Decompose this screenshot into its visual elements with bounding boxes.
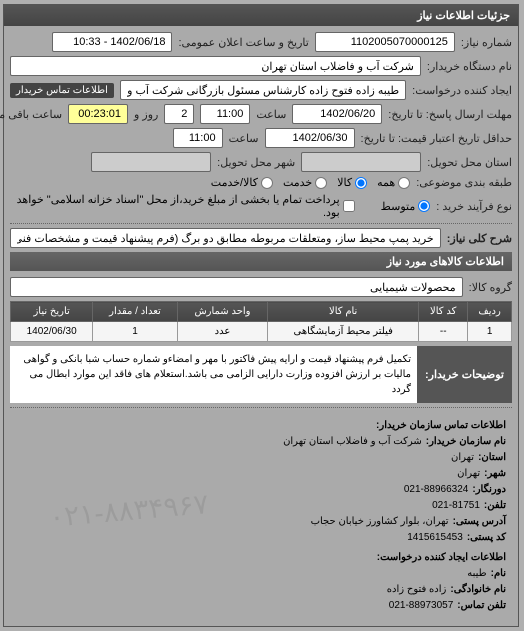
request-no-label: شماره نیاز: — [462, 36, 513, 49]
radio-goods-service-label: کالا/خدمت — [212, 176, 259, 189]
th-row: ردیف — [469, 302, 513, 322]
th-code: کد کالا — [420, 302, 469, 322]
contact-address-value: تهران، بلوار کشاورز خیابان حجاب — [312, 514, 450, 530]
cell-row: 1 — [469, 322, 513, 342]
radio-all[interactable] — [399, 177, 411, 189]
deadline-days-label: روز و — [135, 108, 159, 121]
contact-section: اطلاعات تماس سازمان خریدار: نام سازمان خ… — [11, 412, 513, 620]
goods-group-field[interactable] — [11, 277, 464, 297]
description-label: شرح کلی نیاز: — [448, 232, 513, 245]
contact-address-label: آدرس پستی: — [454, 514, 507, 530]
th-name: نام کالا — [269, 302, 420, 322]
table-row[interactable]: 1 -- فیلتر محیط آزمایشگاهی عدد 1 1402/06… — [12, 322, 513, 342]
cell-name: فیلتر محیط آزمایشگاهی — [269, 322, 420, 342]
cell-code: -- — [420, 322, 469, 342]
creator-field[interactable] — [121, 80, 407, 100]
th-qty: تعداد / مقدار — [94, 302, 178, 322]
goods-table: ردیف کد کالا نام کالا واحد شمارش تعداد /… — [11, 301, 513, 342]
contact-phone-label: تلفن: — [485, 498, 507, 514]
contact-city-label: شهر: — [485, 466, 507, 482]
validity-time-field[interactable] — [174, 128, 224, 148]
remaining-time-field — [69, 104, 129, 124]
contact-org-value: شرکت آب و فاضلاب استان تهران — [284, 434, 423, 450]
radio-medium-label: متوسط — [382, 200, 417, 213]
creator-surname-value: زاده فتوح زاده — [388, 582, 448, 598]
creator-name-value: طیبه — [468, 566, 487, 582]
checkbox-partial-label: پرداخت تمام یا بخشی از مبلغ خرید،از محل … — [11, 193, 341, 219]
goods-section-header: اطلاعات کالاهای مورد نیاز — [11, 252, 513, 271]
buyer-org-field[interactable] — [11, 56, 422, 76]
radio-service-label: خدمت — [284, 176, 313, 189]
classification-label: طبقه بندی موضوعی: — [417, 176, 513, 189]
delivery-city-label: شهر محل تحویل: — [218, 156, 296, 169]
radio-all-label: همه — [378, 176, 396, 189]
deadline-time-label: ساعت — [257, 108, 287, 121]
cell-qty: 1 — [94, 322, 178, 342]
contact-org-label: نام سازمان خریدار: — [427, 434, 507, 450]
cell-date: 1402/06/30 — [12, 322, 94, 342]
contact-postal-label: کد پستی: — [468, 530, 507, 546]
delivery-city-field[interactable] — [92, 152, 212, 172]
radio-goods[interactable] — [356, 177, 368, 189]
th-unit: واحد شمارش — [178, 302, 269, 322]
deadline-date-field[interactable] — [293, 104, 383, 124]
notes-content: تکمیل فرم پیشنهاد قیمت و ارایه پیش فاکتو… — [11, 346, 418, 403]
buy-type-label: نوع فرآیند خرید : — [437, 200, 513, 213]
goods-group-label: گروه کالا: — [470, 281, 513, 294]
divider — [11, 407, 513, 408]
th-date: تاریخ نیاز — [12, 302, 94, 322]
contact-province-value: تهران — [452, 450, 475, 466]
radio-goods-service[interactable] — [262, 177, 274, 189]
radio-service[interactable] — [316, 177, 328, 189]
remaining-label: ساعت باقی مانده — [0, 108, 63, 121]
delivery-state-field[interactable] — [302, 152, 422, 172]
deadline-days-field[interactable] — [165, 104, 195, 124]
contact-city-value: تهران — [458, 466, 481, 482]
radio-medium[interactable] — [419, 200, 431, 212]
deadline-label: مهلت ارسال پاسخ: تا تاریخ: — [389, 108, 513, 121]
cell-unit: عدد — [178, 322, 269, 342]
contact-fax-label: دورنگار: — [473, 482, 507, 498]
creator-name-label: نام: — [492, 566, 507, 582]
announce-date-field[interactable] — [53, 32, 173, 52]
validity-label: حداقل تاریخ اعتبار قیمت: تا تاریخ: — [362, 132, 513, 145]
panel-header: جزئیات اطلاعات نیاز — [5, 5, 519, 26]
buyer-org-label: نام دستگاه خریدار: — [428, 60, 513, 73]
creator-phone-label: تلفن تماس: — [458, 598, 507, 614]
contact-info-button[interactable]: اطلاعات تماس خریدار — [11, 83, 115, 98]
announce-date-label: تاریخ و ساعت اعلان عمومی: — [179, 36, 309, 49]
deadline-time-field[interactable] — [201, 104, 251, 124]
creator-contact-title: اطلاعات ایجاد کننده درخواست: — [17, 550, 507, 566]
delivery-state-label: استان محل تحویل: — [428, 156, 513, 169]
contact-title: اطلاعات تماس سازمان خریدار: — [17, 418, 507, 434]
creator-surname-label: نام خانوادگی: — [451, 582, 507, 598]
description-field[interactable] — [11, 228, 442, 248]
contact-province-label: استان: — [479, 450, 507, 466]
divider — [11, 223, 513, 224]
request-no-field[interactable] — [316, 32, 456, 52]
contact-phone-value: 021-81751 — [433, 498, 481, 514]
validity-date-field[interactable] — [266, 128, 356, 148]
notes-label: توضیحات خریدار: — [418, 346, 513, 403]
checkbox-partial-payment[interactable] — [344, 200, 356, 212]
contact-postal-value: 1415615453 — [408, 530, 464, 546]
validity-time-label: ساعت — [230, 132, 260, 145]
creator-label: ایجاد کننده درخواست: — [413, 84, 513, 97]
contact-fax-value: 021-88966324 — [405, 482, 470, 498]
radio-goods-label: کالا — [338, 176, 353, 189]
classification-radio-group: همه کالا خدمت کالا/خدمت — [212, 176, 411, 189]
creator-phone-value: 021-88973057 — [390, 598, 455, 614]
